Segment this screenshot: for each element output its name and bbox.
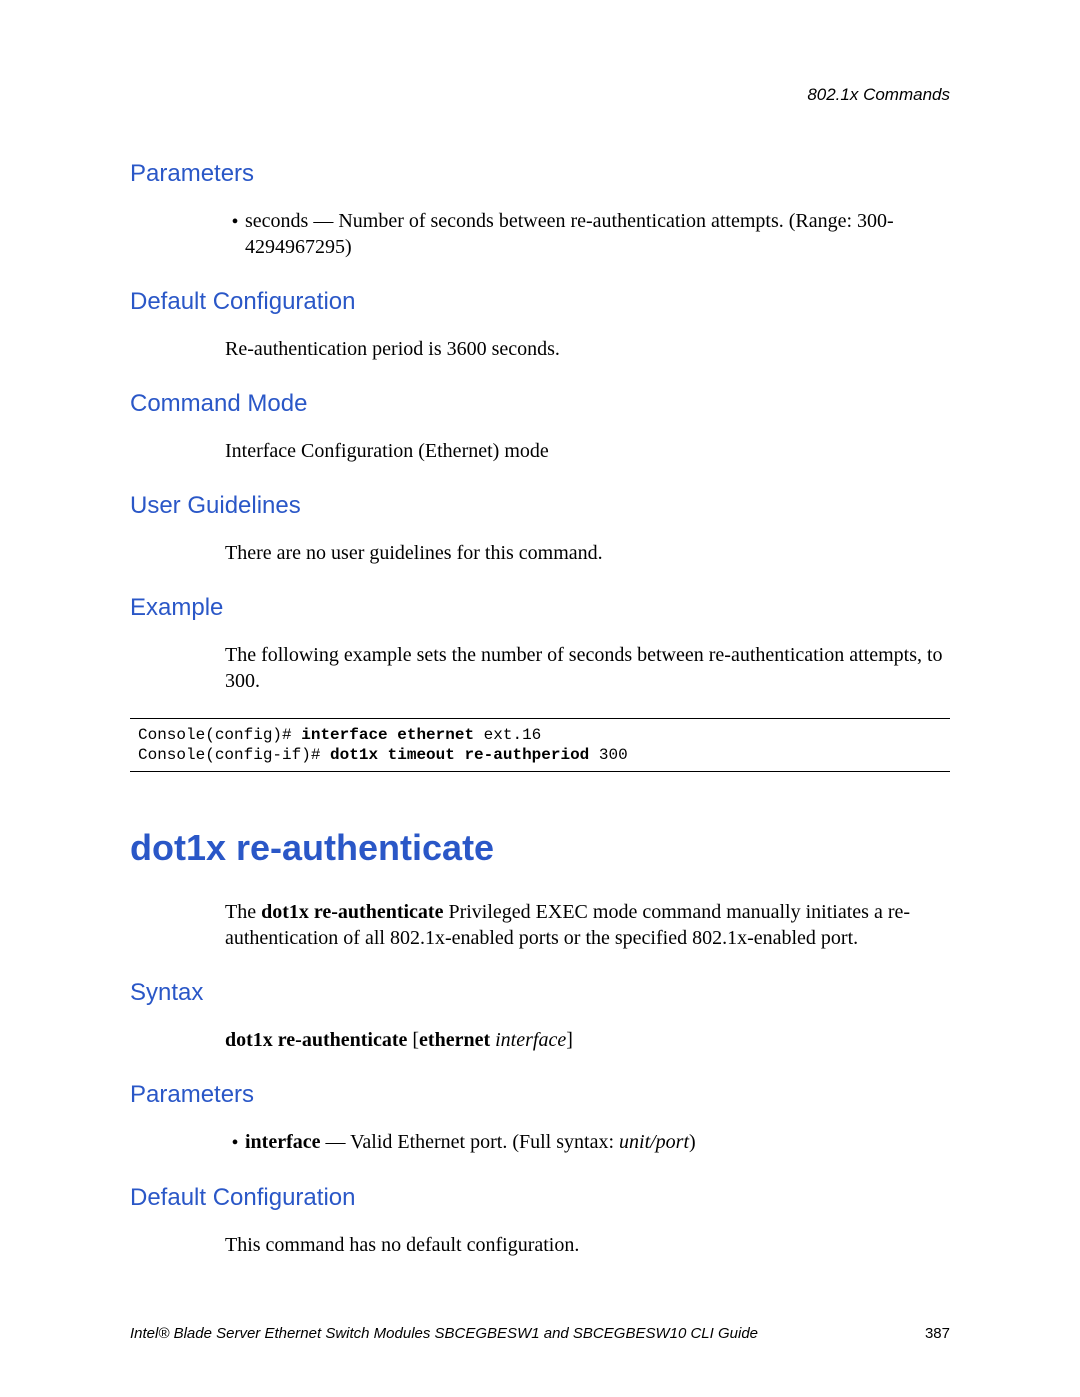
syntax-body: dot1x re-authenticate [ethernet interfac… — [225, 1027, 950, 1053]
parameters-body-2: • interface — Valid Ethernet port. (Full… — [225, 1129, 950, 1156]
user-guidelines-body: There are no user guidelines for this co… — [225, 540, 950, 566]
example-body: The following example sets the number of… — [225, 642, 950, 694]
param-name: interface — [245, 1131, 321, 1153]
default-config-body-2: This command has no default configuratio… — [225, 1232, 950, 1258]
code-line-2-command: dot1x timeout re-authperiod — [330, 746, 599, 764]
heading-syntax: Syntax — [130, 979, 950, 1007]
bullet-dot-icon: • — [225, 1129, 245, 1156]
heading-default-config-2: Default Configuration — [130, 1184, 950, 1212]
syntax-arg: interface — [495, 1029, 566, 1051]
heading-command-mode: Command Mode — [130, 390, 950, 418]
command-intro: The dot1x re-authenticate Privileged EXE… — [225, 899, 950, 951]
footer-title: Intel® Blade Server Ethernet Switch Modu… — [130, 1325, 758, 1342]
heading-user-guidelines: User Guidelines — [130, 492, 950, 520]
page-footer: Intel® Blade Server Ethernet Switch Modu… — [0, 1325, 1080, 1342]
document-page: 802.1x Commands Parameters • seconds — N… — [0, 0, 1080, 1258]
heading-example: Example — [130, 594, 950, 622]
code-line-2-prefix: Console(config-if)# — [138, 746, 330, 764]
code-line-2-arg: 300 — [599, 746, 628, 764]
parameters-body-1: • seconds — Number of seconds between re… — [225, 208, 950, 260]
syntax-cmd: dot1x re-authenticate — [225, 1029, 412, 1051]
heading-default-config-1: Default Configuration — [130, 288, 950, 316]
intro-prefix: The — [225, 901, 261, 923]
param-end: ) — [689, 1131, 696, 1153]
heading-parameters-1: Parameters — [130, 160, 950, 188]
default-config-body-1: Re-authentication period is 3600 seconds… — [225, 336, 950, 362]
syntax-bracket-close: ] — [566, 1029, 573, 1051]
code-line-1-command: interface ethernet — [301, 726, 483, 744]
code-line-1-arg: ext.16 — [484, 726, 542, 744]
code-example-box: Console(config)# interface ethernet ext.… — [130, 718, 950, 772]
syntax-keyword: ethernet — [419, 1029, 495, 1051]
footer-page-number: 387 — [925, 1325, 950, 1342]
code-line-1-prefix: Console(config)# — [138, 726, 301, 744]
parameters-bullet-text-1: seconds — Number of seconds between re-a… — [245, 208, 950, 260]
param-desc: — Valid Ethernet port. (Full syntax: — [321, 1131, 620, 1153]
command-mode-body: Interface Configuration (Ethernet) mode — [225, 438, 950, 464]
parameters-bullet-text-2: interface — Valid Ethernet port. (Full s… — [245, 1129, 950, 1155]
bullet-dot-icon: • — [225, 208, 245, 235]
param-syntax: unit/port — [619, 1131, 689, 1153]
intro-command-name: dot1x re-authenticate — [261, 901, 443, 923]
heading-parameters-2: Parameters — [130, 1081, 950, 1109]
page-header-chapter: 802.1x Commands — [130, 85, 950, 105]
command-title: dot1x re-authenticate — [130, 827, 950, 869]
